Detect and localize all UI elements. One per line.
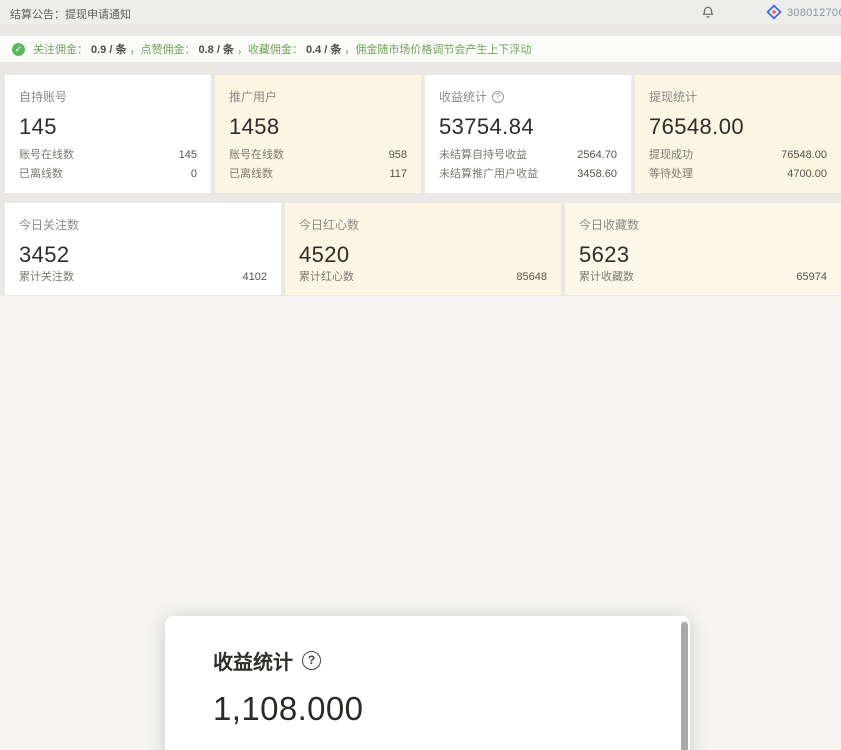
notice-label-like: ，点赞佣金： [129, 41, 195, 57]
announcement-link[interactable]: 结算公告：提现申请通知 [10, 6, 131, 22]
row-value: 85648 [516, 268, 547, 287]
scrollbar-thumb[interactable] [681, 622, 688, 750]
row-value: 65974 [796, 268, 827, 287]
card-row: 已离线数 0 [19, 165, 197, 184]
row-label: 累计关注数 [19, 268, 74, 287]
row-value: 0 [191, 165, 197, 184]
card-today-collects: 今日收藏数 5623 累计收藏数 65974 [565, 203, 841, 295]
notice-value-follow: 0.9 / 条 [91, 41, 126, 57]
stats-row-1: 自持账号 145 账号在线数 145 已离线数 0 推广用户 1458 账号在线… [5, 75, 841, 193]
user-id: 308012706 [787, 7, 841, 19]
stats-row-2: 今日关注数 3452 累计关注数 4102 今日红心数 4520 累计红心数 8… [5, 203, 841, 295]
row-label: 账号在线数 [19, 146, 74, 165]
row-value: 4700.00 [787, 165, 827, 184]
topbar: 结算公告：提现申请通知 308012706 [0, 0, 841, 24]
card-value: 3452 [19, 242, 267, 268]
row-value: 145 [179, 146, 197, 165]
row-label: 累计红心数 [299, 268, 354, 287]
card-value: 76548.00 [649, 114, 827, 140]
card-title-text: 收益统计 [439, 88, 487, 105]
row-value: 76548.00 [781, 146, 827, 165]
card-value: 53754.84 [439, 114, 617, 140]
notice-label-collect: ，收藏佣金： [237, 41, 303, 57]
help-icon[interactable]: ? [492, 91, 504, 103]
card-title: 今日关注数 [19, 216, 267, 233]
card-today-likes: 今日红心数 4520 累计红心数 85648 [285, 203, 561, 295]
row-value: 117 [389, 165, 407, 184]
card-income-stats: 收益统计 ? 53754.84 未结算自持号收益 2564.70 未结算推广用户… [425, 75, 631, 193]
card-row: 未结算推广用户收益 3458.60 [439, 165, 617, 184]
card-title: 今日红心数 [299, 216, 547, 233]
row-value: 3458.60 [577, 165, 617, 184]
row-label: 已离线数 [19, 165, 63, 184]
card-value: 1458 [229, 114, 407, 140]
row-value: 4102 [243, 268, 267, 287]
commission-notice-bar: ✓ 关注佣金： 0.9 / 条 ，点赞佣金： 0.8 / 条 ，收藏佣金： 0.… [0, 36, 841, 62]
income-total: 1,108.000 [213, 690, 620, 728]
mobile-stats-panel: 收益统计 ? 1,108.000 未结算自持号收益 0.000 未结算推广用户收… [165, 616, 690, 750]
app-logo-diamond-icon[interactable] [766, 4, 782, 20]
notice-tail: ，佣金随市场价格调节会产生上下浮动 [344, 41, 531, 57]
card-row: 已离线数 117 [229, 165, 407, 184]
row-label: 账号在线数 [229, 146, 284, 165]
card-promo-users: 推广用户 1458 账号在线数 958 已离线数 117 [215, 75, 421, 193]
success-check-icon: ✓ [12, 43, 25, 56]
bell-icon[interactable] [701, 5, 715, 19]
income-title: 收益统计 [213, 646, 293, 675]
card-value: 145 [19, 114, 197, 140]
card-row: 未结算自持号收益 2564.70 [439, 146, 617, 165]
row-label: 等待处理 [649, 165, 693, 184]
card-today-follows: 今日关注数 3452 累计关注数 4102 [5, 203, 281, 295]
row-value: 2564.70 [577, 146, 617, 165]
bottom-area: 收益统计 ? 1,108.000 未结算自持号收益 0.000 未结算推广用户收… [0, 296, 841, 750]
income-title-row: 收益统计 ? [213, 646, 620, 675]
notice-label-follow: 关注佣金： [33, 41, 88, 57]
row-label: 未结算推广用户收益 [439, 165, 538, 184]
row-label: 累计收藏数 [579, 268, 634, 287]
row-value: 958 [389, 146, 407, 165]
row-label: 提现成功 [649, 146, 693, 165]
card-row: 账号在线数 958 [229, 146, 407, 165]
help-icon[interactable]: ? [302, 651, 321, 670]
card-row: 累计红心数 85648 [299, 268, 547, 287]
card-value: 5623 [579, 242, 827, 268]
card-title: 自持账号 [19, 88, 197, 105]
card-row: 账号在线数 145 [19, 146, 197, 165]
card-row: 累计收藏数 65974 [579, 268, 827, 287]
row-label: 未结算自持号收益 [439, 146, 527, 165]
row-label: 已离线数 [229, 165, 273, 184]
income-section: 收益统计 ? 1,108.000 未结算自持号收益 0.000 未结算推广用户收… [165, 616, 690, 750]
card-withdraw-stats: 提现统计 76548.00 提现成功 76548.00 等待处理 4700.00 [635, 75, 841, 193]
notice-value-collect: 0.4 / 条 [306, 41, 341, 57]
card-row: 累计关注数 4102 [19, 268, 267, 287]
card-value: 4520 [299, 242, 547, 268]
card-row: 提现成功 76548.00 [649, 146, 827, 165]
card-title: 今日收藏数 [579, 216, 827, 233]
card-row: 等待处理 4700.00 [649, 165, 827, 184]
card-title: 收益统计 ? [439, 88, 617, 105]
card-title: 推广用户 [229, 88, 407, 105]
card-self-accounts: 自持账号 145 账号在线数 145 已离线数 0 [5, 75, 211, 193]
card-title: 提现统计 [649, 88, 827, 105]
notice-value-like: 0.8 / 条 [198, 41, 233, 57]
